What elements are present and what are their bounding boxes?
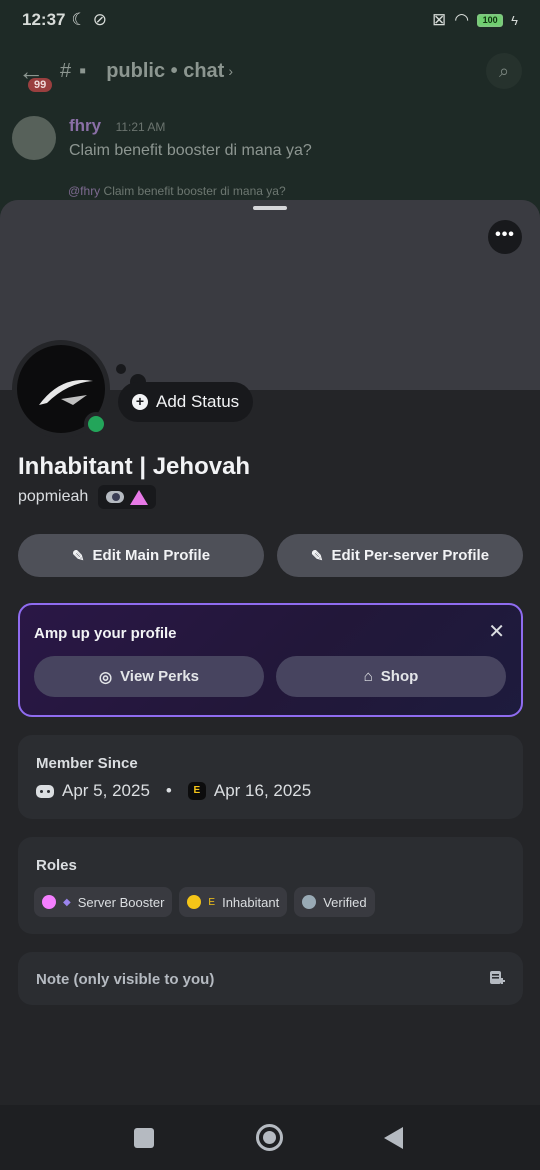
message-time: 11:21 AM: [115, 120, 166, 134]
chevron-right-icon: ›: [228, 63, 234, 79]
role-color-dot: [42, 895, 56, 909]
role-color-dot: [187, 895, 202, 909]
recents-icon[interactable]: [134, 1128, 154, 1148]
add-status-label: Add Status: [156, 392, 240, 411]
more-options-button[interactable]: •••: [488, 220, 522, 254]
role-chip[interactable]: E Inhabitant: [179, 887, 288, 917]
roles-card: Roles ◆ Server Booster E Inhabitant Veri…: [18, 837, 523, 934]
discord-icon: [36, 784, 54, 798]
charging-icon: ϟ: [511, 12, 518, 28]
note-card[interactable]: Note (only visible to you): [18, 952, 523, 1005]
mute-icon: ⊘: [92, 10, 107, 29]
roles-title: Roles: [36, 857, 77, 874]
plus-icon: +: [132, 394, 148, 410]
boost-badge-icon: [130, 489, 149, 505]
role-name: Verified: [323, 894, 367, 910]
note-add-icon: [490, 971, 505, 984]
status-time: 12:37: [22, 10, 66, 29]
role-icon: E: [208, 896, 216, 908]
edit-main-label: Edit Main Profile: [92, 547, 211, 564]
hash-icon: #: [60, 59, 72, 82]
edit-main-profile-button[interactable]: ✎ Edit Main Profile: [18, 534, 264, 577]
role-chip[interactable]: Verified: [294, 887, 375, 917]
note-placeholder: Note (only visible to you): [36, 971, 215, 988]
nitro-badge-icon: [106, 491, 125, 503]
role-icon: ◆: [63, 896, 71, 908]
channel-header: ← 99 # ▪ public • chat › ⌕: [0, 48, 540, 94]
nitro-icon: ◎: [98, 668, 113, 686]
shop-label: Shop: [380, 668, 419, 685]
online-status-icon: [84, 412, 108, 436]
server-join-date: Apr 16, 2025: [213, 781, 312, 800]
member-since-title: Member Since: [36, 755, 138, 772]
pencil-icon: ✎: [71, 547, 85, 565]
edit-server-label: Edit Per-server Profile: [331, 547, 490, 564]
profile-sheet: ••• + Add Status Inhabitant | Jehovah po…: [0, 200, 540, 1105]
back-icon[interactable]: [384, 1127, 403, 1149]
username: popmieah: [18, 488, 89, 505]
role-name: Server Booster: [77, 894, 165, 910]
discord-join-date: Apr 5, 2025: [62, 781, 150, 800]
amp-profile-card: Amp up your profile ✕ ◎ View Perks ⌂ Sho…: [18, 603, 523, 717]
moon-icon: ☾: [71, 10, 87, 29]
message-avatar[interactable]: [12, 116, 56, 160]
drag-handle[interactable]: [253, 206, 287, 210]
display-name: Inhabitant | Jehovah: [18, 453, 251, 480]
status-bubble-dot: [116, 364, 126, 374]
shop-icon: ⌂: [363, 668, 373, 685]
sim-off-icon: ⊠: [432, 10, 447, 29]
server-icon: E: [187, 782, 206, 800]
member-since-card: Member Since Apr 5, 2025 • E Apr 16, 202…: [18, 735, 523, 819]
search-icon[interactable]: ⌕: [486, 53, 522, 89]
status-bar: 12:37 ☾ ⊘ ⊠ ◠ 100 ϟ: [0, 0, 540, 40]
profile-badges[interactable]: [98, 485, 157, 509]
role-name: Inhabitant: [222, 894, 280, 910]
wifi-icon: ◠: [454, 10, 470, 29]
system-nav-bar: [0, 1105, 540, 1170]
message-author[interactable]: fhry: [69, 116, 101, 135]
profile-avatar[interactable]: [12, 340, 110, 438]
home-icon[interactable]: [256, 1124, 283, 1151]
view-perks-label: View Perks: [120, 668, 200, 685]
separator: •: [165, 781, 172, 800]
role-chip[interactable]: ◆ Server Booster: [34, 887, 173, 917]
channel-name[interactable]: public • chat: [106, 60, 224, 83]
reply-author: @fhry: [68, 184, 101, 198]
reply-reference: @fhry Claim benefit booster di mana ya?: [68, 184, 286, 198]
back-arrow-icon[interactable]: ← 99: [18, 56, 53, 92]
speech-bubble-icon: ▪: [79, 59, 87, 82]
unread-badge: 99: [28, 77, 53, 92]
role-color-dot: [302, 895, 317, 909]
add-status-button[interactable]: + Add Status: [118, 382, 254, 422]
message: fhry 11:21 AM Claim benefit booster di m…: [12, 116, 312, 160]
shop-button[interactable]: ⌂ Shop: [276, 656, 506, 697]
amp-title: Amp up your profile: [34, 625, 177, 642]
pencil-icon: ✎: [310, 547, 324, 565]
edit-server-profile-button[interactable]: ✎ Edit Per-server Profile: [277, 534, 523, 577]
close-icon[interactable]: ✕: [488, 619, 505, 644]
reply-text: Claim benefit booster di mana ya?: [103, 184, 286, 198]
battery-icon: 100: [477, 13, 504, 27]
view-perks-button[interactable]: ◎ View Perks: [34, 656, 264, 697]
message-text: Claim benefit booster di mana ya?: [69, 142, 312, 159]
